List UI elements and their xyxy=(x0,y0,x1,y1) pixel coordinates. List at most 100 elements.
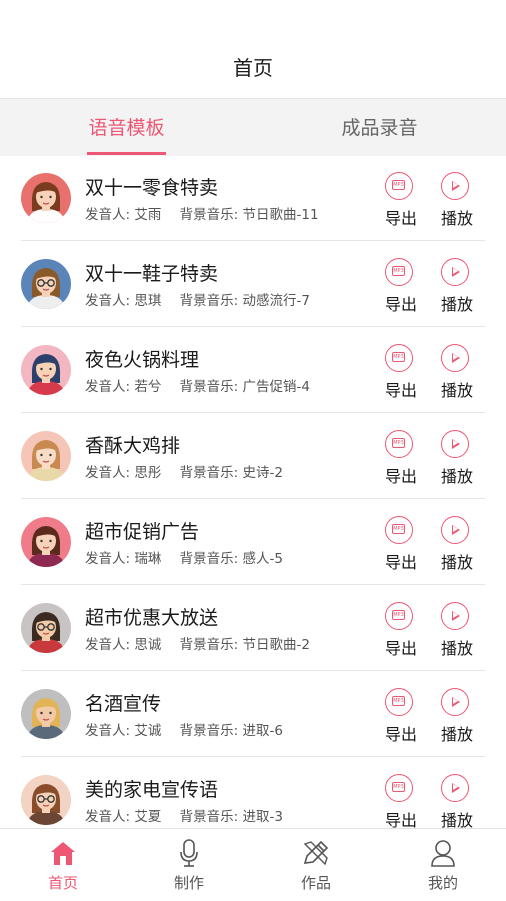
mp3-badge: MP3 xyxy=(392,524,405,534)
play-icon xyxy=(441,774,469,802)
speaker-name: 艾雨 xyxy=(134,207,162,223)
play-label: 播放 xyxy=(440,811,473,828)
female-glasses-brown-icon xyxy=(21,775,71,825)
speaker-name: 思诚 xyxy=(134,637,162,653)
export-button[interactable]: MP3 导出 xyxy=(379,688,423,748)
play-icon xyxy=(441,688,469,716)
works-icon xyxy=(303,840,329,866)
export-label: 导出 xyxy=(384,381,417,400)
play-button[interactable]: 播放 xyxy=(435,344,479,404)
speaker-prefix: 发音人: xyxy=(85,379,131,395)
export-button[interactable]: MP3 导出 xyxy=(379,172,423,232)
speaker-prefix: 发音人: xyxy=(85,293,131,309)
row-divider xyxy=(21,756,485,757)
page-title: 首页 xyxy=(233,56,273,80)
play-label: 播放 xyxy=(440,639,473,658)
play-label: 播放 xyxy=(440,295,473,314)
music-prefix: 背景音乐: xyxy=(179,809,239,825)
speaker-prefix: 发音人: xyxy=(85,465,131,481)
template-title: 名酒宣传 xyxy=(85,693,162,715)
nav-mine-label: 我的 xyxy=(427,874,458,892)
row-divider xyxy=(21,412,485,413)
template-row[interactable]: 双十一鞋子特卖 发音人: 思琪 背景音乐: 动感流行-7 MP3 导出 播放 xyxy=(0,242,506,327)
mp3-badge: MP3 xyxy=(392,610,405,620)
mp3-export-icon: MP3 xyxy=(385,602,413,630)
speaker-name: 若兮 xyxy=(134,379,162,395)
nav-mine[interactable]: 我的 xyxy=(380,829,506,901)
mp3-export-icon: MP3 xyxy=(385,774,413,802)
template-meta: 发音人: 艾夏 背景音乐: 进取-3 xyxy=(85,805,283,825)
template-list: 双十一零食特卖 发音人: 艾雨 背景音乐: 节日歌曲-11 MP3 导出 播放 xyxy=(0,156,506,828)
nav-make-label: 制作 xyxy=(173,874,204,892)
template-title: 夜色火锅料理 xyxy=(85,349,200,371)
template-title: 超市优惠大放送 xyxy=(85,607,219,629)
template-meta: 发音人: 瑞琳 背景音乐: 感人-5 xyxy=(85,547,283,567)
template-row[interactable]: 名酒宣传 发音人: 艾诚 背景音乐: 进取-6 MP3 导出 播放 xyxy=(0,672,506,757)
play-label: 播放 xyxy=(440,381,473,400)
export-label: 导出 xyxy=(384,553,417,572)
tab-bar: 语音模板 成品录音 xyxy=(0,99,506,156)
music-name: 感人-5 xyxy=(242,551,283,567)
speaker-prefix: 发音人: xyxy=(85,723,131,739)
mp3-badge: MP3 xyxy=(392,352,405,362)
music-name: 动感流行-7 xyxy=(242,293,310,309)
template-row[interactable]: 超市优惠大放送 发音人: 思诚 背景音乐: 节日歌曲-2 MP3 导出 播放 xyxy=(0,586,506,671)
microphone-icon xyxy=(180,839,198,867)
nav-home[interactable]: 首页 xyxy=(0,829,126,901)
nav-works[interactable]: 作品 xyxy=(253,829,379,901)
tab-finished-recordings[interactable]: 成品录音 xyxy=(253,99,506,156)
music-name: 广告促销-4 xyxy=(242,379,310,395)
template-row[interactable]: 双十一零食特卖 发音人: 艾雨 背景音乐: 节日歌曲-11 MP3 导出 播放 xyxy=(0,156,506,241)
export-button[interactable]: MP3 导出 xyxy=(379,602,423,662)
speaker-name: 思彤 xyxy=(134,465,162,481)
female-pink-bg-icon xyxy=(21,517,71,567)
export-button[interactable]: MP3 导出 xyxy=(379,430,423,490)
export-label: 导出 xyxy=(384,295,417,314)
template-title: 双十一鞋子特卖 xyxy=(85,263,219,285)
template-row[interactable]: 夜色火锅料理 发音人: 若兮 背景音乐: 广告促销-4 MP3 导出 播放 xyxy=(0,328,506,413)
female-glasses-blue-bg-icon xyxy=(21,259,71,309)
template-meta: 发音人: 艾雨 背景音乐: 节日歌曲-11 xyxy=(85,203,319,223)
play-button[interactable]: 播放 xyxy=(435,172,479,232)
music-prefix: 背景音乐: xyxy=(179,551,239,567)
active-tab-indicator xyxy=(87,152,166,155)
top-header: 首页 xyxy=(0,0,506,99)
speaker-name: 艾夏 xyxy=(134,809,162,825)
export-button[interactable]: MP3 导出 xyxy=(379,258,423,318)
template-title: 双十一零食特卖 xyxy=(85,177,219,199)
play-label: 播放 xyxy=(440,553,473,572)
nav-make[interactable]: 制作 xyxy=(126,829,252,901)
template-meta: 发音人: 思琪 背景音乐: 动感流行-7 xyxy=(85,289,310,309)
play-icon xyxy=(441,258,469,286)
play-button[interactable]: 播放 xyxy=(435,688,479,748)
mp3-badge: MP3 xyxy=(392,696,405,706)
play-icon xyxy=(441,344,469,372)
female-blue-hair-pink-bg-icon xyxy=(21,345,71,395)
play-label: 播放 xyxy=(440,209,473,228)
user-icon xyxy=(431,840,455,867)
music-prefix: 背景音乐: xyxy=(179,379,239,395)
play-button[interactable]: 播放 xyxy=(435,430,479,490)
template-row[interactable]: 超市促销广告 发音人: 瑞琳 背景音乐: 感人-5 MP3 导出 播放 xyxy=(0,500,506,585)
play-button[interactable]: 播放 xyxy=(435,774,479,828)
export-label: 导出 xyxy=(384,467,417,486)
bottom-nav: 首页 制作 作品 我的 xyxy=(0,828,506,900)
play-button[interactable]: 播放 xyxy=(435,602,479,662)
export-button[interactable]: MP3 导出 xyxy=(379,516,423,576)
export-button[interactable]: MP3 导出 xyxy=(379,774,423,828)
play-button[interactable]: 播放 xyxy=(435,258,479,318)
play-button[interactable]: 播放 xyxy=(435,516,479,576)
music-prefix: 背景音乐: xyxy=(179,293,239,309)
row-divider xyxy=(21,240,485,241)
female-red-bg-icon xyxy=(21,173,71,223)
mp3-badge: MP3 xyxy=(392,266,405,276)
template-row[interactable]: 美的家电宣传语 发音人: 艾夏 背景音乐: 进取-3 MP3 导出 播放 xyxy=(0,758,506,828)
home-icon xyxy=(51,842,75,865)
template-row[interactable]: 香酥大鸡排 发音人: 思彤 背景音乐: 史诗-2 MP3 导出 播放 xyxy=(0,414,506,499)
speaker-prefix: 发音人: xyxy=(85,809,131,825)
export-button[interactable]: MP3 导出 xyxy=(379,344,423,404)
speaker-prefix: 发音人: xyxy=(85,637,131,653)
tab-voice-templates[interactable]: 语音模板 xyxy=(0,99,253,156)
template-meta: 发音人: 思诚 背景音乐: 节日歌曲-2 xyxy=(85,633,310,653)
speaker-prefix: 发音人: xyxy=(85,551,131,567)
